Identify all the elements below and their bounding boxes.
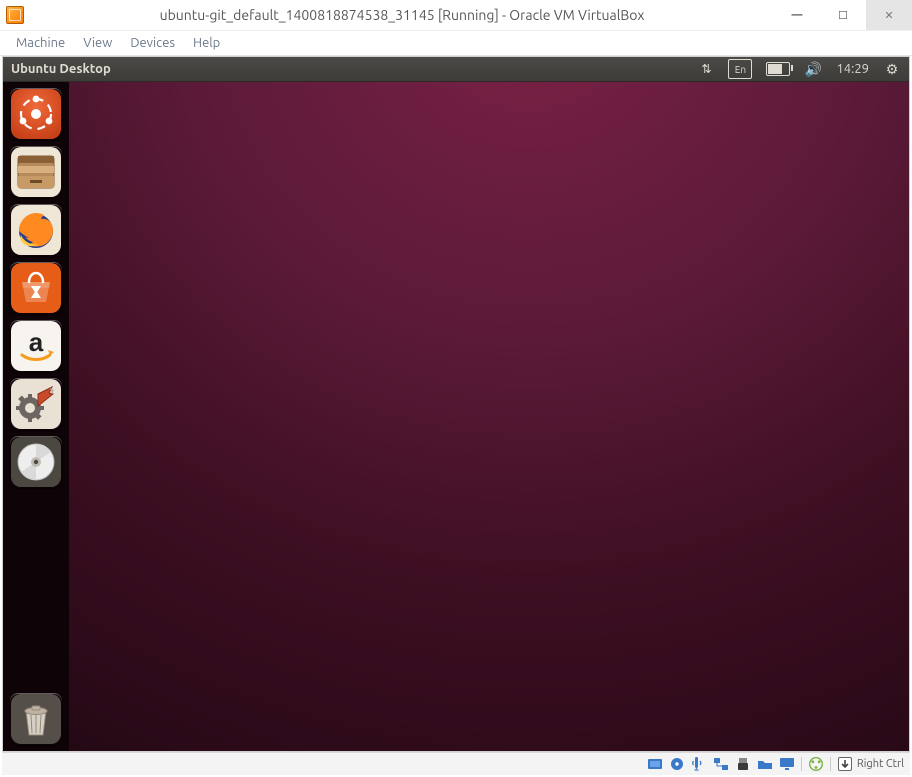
launcher-firefox-icon[interactable] <box>10 204 62 256</box>
status-network-icon[interactable] <box>713 756 729 772</box>
vb-titlebar[interactable]: ubuntu-git_default_1400818874538_31145 [… <box>0 0 912 31</box>
vm-display[interactable]: Ubuntu Desktop ⇅ En 🔊 14:29 ⚙ <box>2 56 910 752</box>
status-divider <box>801 757 802 771</box>
vb-menubar: Machine View Devices Help <box>0 31 912 56</box>
status-shared-folders-icon[interactable] <box>757 756 773 772</box>
launcher-software-center-icon[interactable] <box>10 262 62 314</box>
status-optical-icon[interactable] <box>669 756 685 772</box>
host-key-arrow-icon <box>837 756 853 772</box>
launcher-disc-icon[interactable] <box>10 436 62 488</box>
desktop-wallpaper[interactable] <box>69 82 909 751</box>
panel-indicators: ⇅ En 🔊 14:29 ⚙ <box>696 59 901 79</box>
launcher-amazon-icon[interactable]: a <box>10 320 62 372</box>
window-controls: — ☐ ✕ <box>774 0 912 30</box>
menu-machine[interactable]: Machine <box>8 34 73 52</box>
panel-title: Ubuntu Desktop <box>11 62 696 76</box>
menu-devices[interactable]: Devices <box>122 34 183 52</box>
svg-text:a: a <box>29 327 44 357</box>
menu-view[interactable]: View <box>75 34 120 52</box>
menu-help[interactable]: Help <box>185 34 228 52</box>
status-display-icon[interactable] <box>779 756 795 772</box>
unity-desktop: a <box>3 82 909 751</box>
clock[interactable]: 14:29 <box>836 62 869 76</box>
keyboard-indicator[interactable]: En <box>728 59 752 79</box>
unity-launcher: a <box>3 82 69 751</box>
system-gear-icon[interactable]: ⚙ <box>883 60 901 78</box>
volume-indicator-icon[interactable]: 🔊 <box>804 60 822 78</box>
status-divider <box>830 757 831 771</box>
close-button[interactable]: ✕ <box>866 0 912 30</box>
status-host-key[interactable]: Right Ctrl <box>837 756 904 772</box>
virtualbox-window: ubuntu-git_default_1400818874538_31145 [… <box>0 0 912 777</box>
minimize-button[interactable]: — <box>774 0 820 30</box>
maximize-button[interactable]: ☐ <box>820 0 866 30</box>
launcher-trash-icon[interactable] <box>10 693 62 745</box>
window-title: ubuntu-git_default_1400818874538_31145 [… <box>30 7 774 23</box>
launcher-settings-icon[interactable] <box>10 378 62 430</box>
launcher-files-icon[interactable] <box>10 146 62 198</box>
status-usb-icon[interactable] <box>735 756 751 772</box>
launcher-dash-icon[interactable] <box>10 88 62 140</box>
virtualbox-app-icon <box>6 6 24 24</box>
status-guest-additions-icon[interactable] <box>808 756 824 772</box>
status-harddisk-icon[interactable] <box>647 756 663 772</box>
host-key-label: Right Ctrl <box>857 758 904 770</box>
vb-statusbar: Right Ctrl <box>2 752 910 775</box>
battery-indicator-icon[interactable] <box>766 62 790 76</box>
network-indicator-icon[interactable]: ⇅ <box>696 60 714 78</box>
status-audio-icon[interactable] <box>691 756 707 772</box>
unity-top-panel[interactable]: Ubuntu Desktop ⇅ En 🔊 14:29 ⚙ <box>3 57 909 82</box>
